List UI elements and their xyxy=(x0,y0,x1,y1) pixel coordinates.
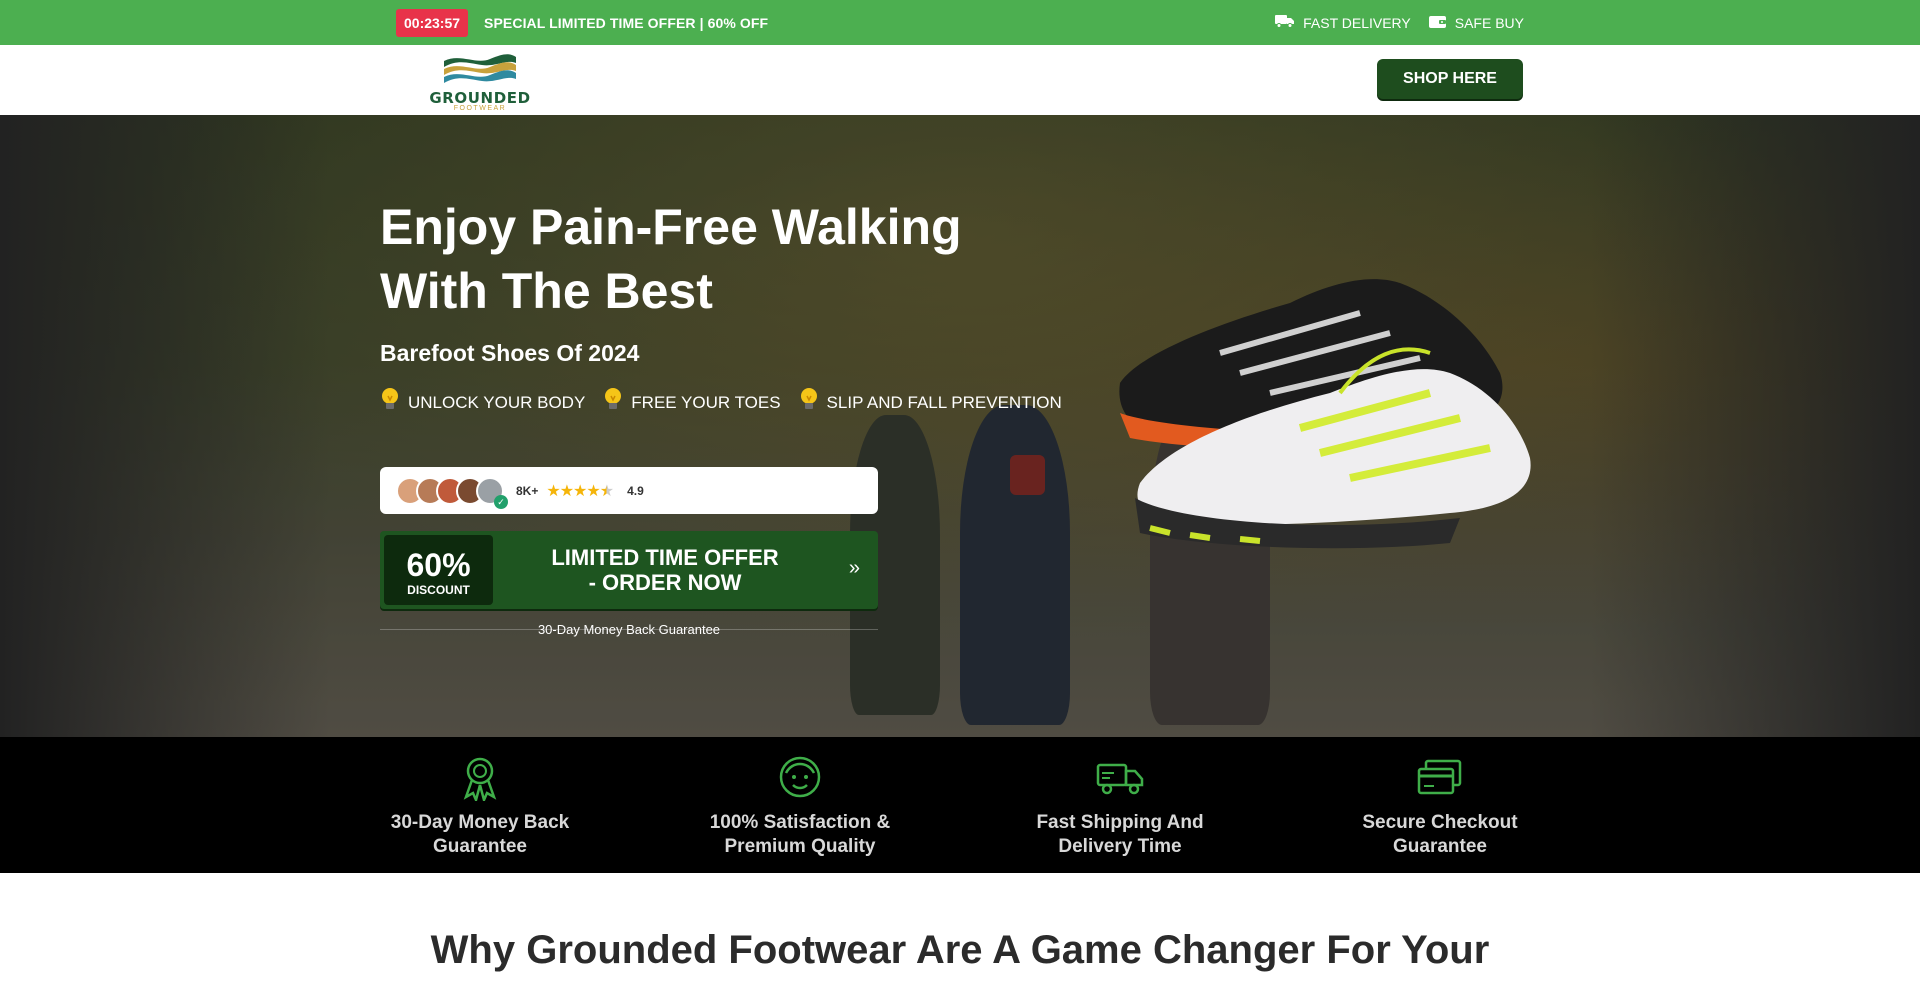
hero-section: Enjoy Pain-Free Walking With The Best Ba… xyxy=(0,115,1920,737)
offer-text: SPECIAL LIMITED TIME OFFER | 60% OFF xyxy=(484,14,769,31)
safe-buy-badge: SAFE BUY xyxy=(1428,14,1524,32)
benefit-label: FREE YOUR TOES xyxy=(631,392,781,412)
cta-label: LIMITED TIME OFFER - ORDER NOW xyxy=(551,545,779,595)
fast-delivery-badge: FAST DELIVERY xyxy=(1275,14,1411,31)
verified-check-icon: ✓ xyxy=(494,494,508,509)
discount-label: DISCOUNT xyxy=(407,583,470,597)
delivery-truck-icon xyxy=(1096,763,1144,795)
trust-item: 100% Satisfaction & Premium Quality xyxy=(700,755,900,859)
logo-subtext: FOOTWEAR xyxy=(453,105,507,112)
lightbulb-icon xyxy=(799,387,819,418)
award-ribbon-icon xyxy=(463,757,497,801)
wallet-icon xyxy=(1428,14,1447,32)
trust-label: 30-Day Money Back Guarantee xyxy=(390,812,570,857)
product-shoes-image xyxy=(1100,243,1540,573)
star-rating-icon: ★★★★★ xyxy=(546,482,614,500)
benefit-label: UNLOCK YOUR BODY xyxy=(408,392,586,412)
lightbulb-icon xyxy=(380,387,400,418)
order-now-button[interactable]: 60% DISCOUNT LIMITED TIME OFFER - ORDER … xyxy=(380,531,878,609)
credit-card-icon xyxy=(1417,759,1462,795)
review-rating-bar: ✓ 8K+ ★★★★★ 4.9 xyxy=(380,467,878,514)
trust-label: Secure Checkout Guarantee xyxy=(1362,812,1518,857)
customer-avatars: ✓ xyxy=(396,476,508,509)
announcement-bar: 00:23:57 SPECIAL LIMITED TIME OFFER | 60… xyxy=(0,0,1920,45)
benefit-item: FREE YOUR TOES xyxy=(603,387,781,418)
trust-label: 100% Satisfaction & Premium Quality xyxy=(709,812,891,857)
benefit-list: UNLOCK YOUR BODY FREE YOUR TOES SLIP AND… xyxy=(380,387,1062,418)
shop-here-button[interactable]: SHOP HERE xyxy=(1377,59,1523,99)
site-header: GROUNDED FOOTWEAR SHOP HERE xyxy=(0,45,1920,116)
fast-delivery-label: FAST DELIVERY xyxy=(1303,14,1411,31)
trust-label: Fast Shipping And Delivery Time xyxy=(1036,812,1204,857)
safe-buy-label: SAFE BUY xyxy=(1454,14,1524,31)
delivery-badges: FAST DELIVERY SAFE BUY xyxy=(1275,14,1524,32)
discount-percent: 60% xyxy=(406,547,471,583)
avatar: ✓ xyxy=(476,476,508,509)
section-title: Why Grounded Footwear Are A Game Changer… xyxy=(430,928,1490,972)
benefit-item: SLIP AND FALL PREVENTION xyxy=(799,387,1062,418)
hero-headline: Enjoy Pain-Free Walking With The Best xyxy=(380,199,962,319)
trust-item: 30-Day Money Back Guarantee xyxy=(380,755,580,859)
guarantee-text: 30-Day Money Back Guarantee xyxy=(537,622,721,637)
happy-face-icon xyxy=(779,756,821,798)
trust-item: Fast Shipping And Delivery Time xyxy=(1020,755,1220,859)
brand-logo[interactable]: GROUNDED FOOTWEAR xyxy=(426,51,534,112)
trust-item: Secure Checkout Guarantee xyxy=(1340,755,1540,859)
discount-badge: 60% DISCOUNT xyxy=(384,535,493,605)
review-count: 8K+ xyxy=(516,483,539,498)
logo-waves-icon xyxy=(444,54,516,83)
guarantee-note: 30-Day Money Back Guarantee xyxy=(380,620,878,640)
rating-score: 4.9 xyxy=(627,483,644,498)
benefit-label: SLIP AND FALL PREVENTION xyxy=(826,392,1062,412)
hero-subheadline: Barefoot Shoes Of 2024 xyxy=(380,340,640,366)
double-chevron-right-icon: » xyxy=(848,557,860,579)
truck-icon xyxy=(1275,14,1295,31)
lightbulb-icon xyxy=(603,387,623,418)
benefit-item: UNLOCK YOUR BODY xyxy=(380,387,585,418)
trust-badges-bar: 30-Day Money Back Guarantee 100% Satisfa… xyxy=(0,737,1920,873)
countdown-timer: 00:23:57 xyxy=(396,8,469,37)
